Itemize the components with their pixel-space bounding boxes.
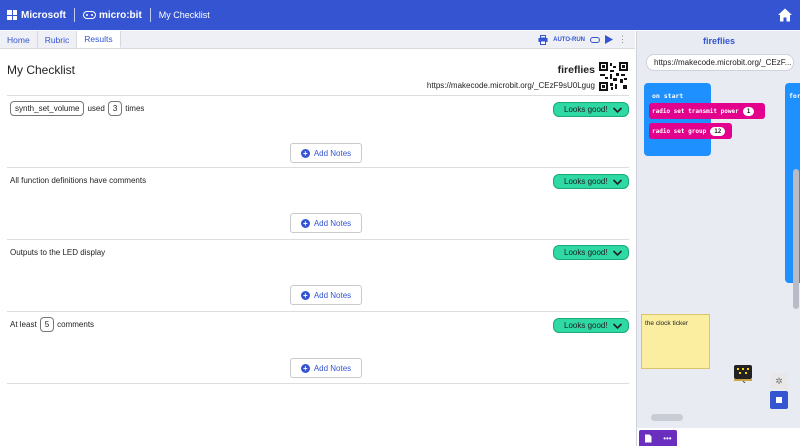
criterion-label: used (87, 104, 105, 113)
plus-icon: + (300, 148, 310, 158)
criterion-item: All function definitions have comments L… (7, 167, 629, 239)
autorun-label: AUTO-RUN (553, 36, 585, 43)
status-label: Looks good! (564, 177, 608, 186)
criterion-item: Outputs to the LED display Looks good! +… (7, 239, 629, 311)
microbit-simulator-icon[interactable] (733, 363, 753, 383)
blocks-workspace[interactable]: on start radio set transmit power 1 radi… (637, 79, 800, 446)
criterion-text: Outputs to the LED display (10, 248, 105, 257)
divider (7, 383, 629, 384)
preview-title: fireflies (702, 36, 735, 46)
project-url: https://makecode.microbit.org/_CEzF9sU0L… (426, 81, 595, 90)
tab-rubric[interactable]: Rubric (38, 31, 78, 48)
plus-icon: + (300, 218, 310, 228)
home-icon[interactable] (777, 7, 793, 23)
criterion-item: At least 5 comments Looks good! + Add No… (7, 311, 629, 383)
criterion-label: Outputs to the LED display (10, 248, 106, 257)
preview-bottom-toolbar: ••• (637, 428, 800, 446)
on-start-block[interactable]: on start (644, 83, 711, 156)
radio-set-transmit-power-block[interactable]: radio set transmit power 1 (649, 103, 765, 119)
qr-code-icon (599, 62, 628, 91)
status-dropdown[interactable]: Looks good! (553, 245, 629, 260)
autorun-toggle[interactable] (590, 36, 600, 43)
criterion-text: All function definitions have comments (10, 176, 146, 185)
criterion-label: At least (10, 320, 37, 329)
chevron-down-icon (612, 249, 623, 256)
tab-results[interactable]: Results (77, 31, 121, 48)
add-notes-label: Add Notes (313, 218, 352, 228)
chevron-down-icon (612, 322, 623, 329)
status-dropdown[interactable]: Looks good! (553, 102, 629, 117)
criterion-label: comments (57, 320, 95, 329)
criterion-text: synth_set_volume used 3 times (10, 101, 144, 116)
more-options-icon[interactable]: ⋮ (618, 34, 627, 45)
vertical-scrollbar[interactable] (793, 169, 799, 309)
on-start-label: on start (652, 92, 684, 100)
forever-label: fore (789, 92, 800, 100)
add-notes-button[interactable]: + Add Notes (290, 213, 362, 233)
add-notes-button[interactable]: + Add Notes (290, 358, 362, 378)
block-label: radio set transmit power (652, 107, 739, 115)
category-toolbar: ••• (639, 430, 677, 446)
criterion-label: All function definitions have comments (10, 176, 147, 185)
chevron-down-icon (612, 106, 623, 113)
toolbar-actions: AUTO-RUN ⋮ (538, 31, 635, 48)
comment-note[interactable]: the clock ticker (641, 314, 710, 369)
count-pill[interactable]: 3 (107, 101, 123, 116)
criterion-text: At least 5 comments (10, 317, 94, 332)
tab-home[interactable]: Home (0, 31, 38, 48)
microsoft-grid-icon (7, 10, 17, 20)
block-label: radio set group (652, 127, 707, 135)
project-preview-panel: fireflies https://makecode.microbit.org/… (636, 31, 800, 446)
status-label: Looks good! (564, 248, 608, 257)
plus-icon: + (300, 363, 310, 373)
microsoft-logo[interactable]: Microsoft (7, 10, 66, 21)
add-notes-label: Add Notes (313, 290, 352, 300)
status-label: Looks good! (564, 321, 608, 330)
microbit-icon (83, 11, 96, 19)
horizontal-scrollbar[interactable] (651, 414, 683, 421)
stop-icon (776, 397, 782, 403)
top-bar: Microsoft micro:bit My Checklist (0, 0, 800, 30)
plus-icon: + (300, 290, 310, 300)
add-notes-button[interactable]: + Add Notes (290, 285, 362, 305)
count-pill[interactable]: 5 (39, 317, 55, 332)
block-value[interactable]: 12 (710, 126, 726, 136)
checklist-panel: My Checklist fireflies https://makecode.… (0, 50, 635, 446)
page-title: My Checklist (158, 10, 210, 20)
chevron-down-icon (612, 178, 623, 185)
criterion-label: times (125, 104, 145, 113)
divider (149, 8, 151, 22)
run-icon[interactable] (605, 35, 613, 44)
preview-url-field[interactable]: https://makecode.microbit.org/_CEzF... (646, 54, 794, 71)
add-notes-label: Add Notes (313, 363, 352, 373)
status-dropdown[interactable]: Looks good! (553, 318, 629, 333)
add-notes-button[interactable]: + Add Notes (290, 143, 362, 163)
status-dropdown[interactable]: Looks good! (553, 174, 629, 189)
project-name: fireflies (557, 64, 595, 76)
more-icon[interactable]: ••• (663, 434, 671, 443)
radio-set-group-block[interactable]: radio set group 12 (649, 123, 732, 139)
divider (74, 8, 75, 22)
debug-icon[interactable]: ✲ (770, 373, 788, 389)
print-icon[interactable] (538, 34, 548, 45)
document-icon[interactable] (644, 434, 652, 443)
microbit-logo[interactable]: micro:bit (83, 10, 142, 21)
status-label: Looks good! (564, 105, 608, 114)
tab-bar: Home Rubric Results AUTO-RUN ⋮ (0, 31, 635, 49)
checklist-heading: My Checklist (7, 63, 76, 77)
microsoft-brand-text: Microsoft (21, 9, 66, 21)
criterion-item: synth_set_volume used 3 times Looks good… (7, 95, 629, 167)
add-notes-label: Add Notes (313, 148, 352, 158)
block-value[interactable]: 1 (742, 106, 755, 116)
microbit-brand-text: micro:bit (99, 9, 142, 21)
block-name-pill[interactable]: synth_set_volume (10, 101, 85, 116)
stop-button[interactable] (770, 391, 788, 409)
